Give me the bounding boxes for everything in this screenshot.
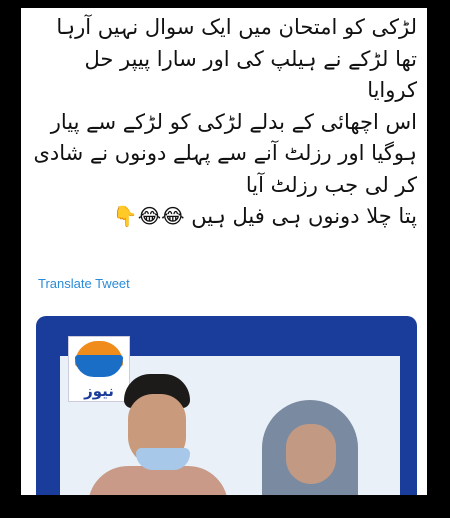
tweet-line-7-text: پتا چلا دونوں ہی فیل ہیں	[191, 204, 417, 228]
tweet-line-6: کر لی جب رزلٹ آیا	[245, 172, 417, 197]
tweet-line-3: کروایا	[367, 78, 417, 102]
woman-face	[286, 424, 336, 484]
logo-text: نیوز	[84, 382, 114, 400]
tweet-line-2: تھا لڑکے نے ہیلپ کی اور سارا پیپر حل	[84, 46, 417, 71]
tweet-line-1: لڑکی کو امتحان میں ایک سوال نہیں آرہا	[56, 15, 417, 39]
laugh-emoji-icon: 😂😂👇	[112, 204, 185, 228]
tweet-line-5: ہوگیا اور رزلٹ آنے سے پہلے دونوں نے شادی	[33, 141, 417, 165]
translate-tweet-link[interactable]: Translate Tweet	[38, 276, 130, 291]
tweet-line-7: پتا چلا دونوں ہی فیل ہیں 😂😂👇	[31, 201, 417, 233]
tweet-body: لڑکی کو امتحان میں ایک سوال نہیں آرہا تھ…	[31, 12, 417, 233]
man-shirt	[88, 466, 228, 495]
man-face-mask	[136, 448, 190, 470]
tweet-line-4: اس اچھائی کے بدلے لڑکی کو لڑکے سے پیار	[50, 109, 417, 134]
geo-news-logo-icon: نیوز	[68, 336, 130, 402]
tweet-card: لڑکی کو امتحان میں ایک سوال نہیں آرہا تھ…	[21, 8, 427, 495]
tweet-media-image[interactable]: نیوز	[36, 316, 417, 495]
logo-blue-shape	[75, 355, 123, 377]
